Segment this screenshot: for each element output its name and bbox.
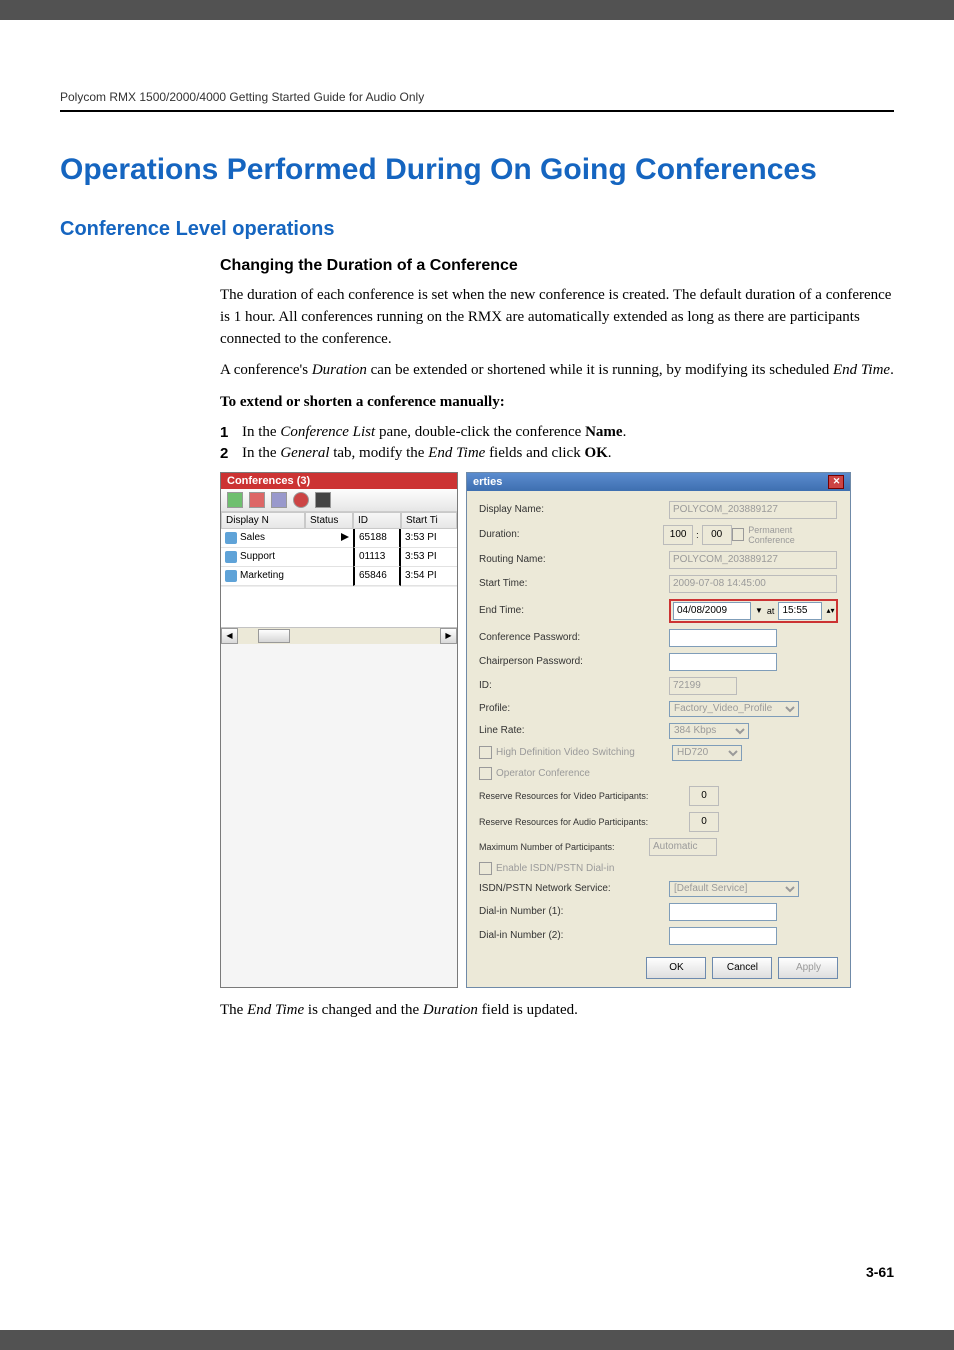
res-audio-field[interactable] — [689, 812, 719, 832]
end-date-field[interactable] — [673, 602, 751, 620]
isdn-svc-select[interactable]: [Default Service] — [669, 881, 799, 897]
label-opconf: Operator Conference — [496, 768, 686, 779]
label-hd: High Definition Video Switching — [496, 747, 672, 758]
chevron-down-icon[interactable]: ▼ — [755, 606, 763, 615]
label-isdn-svc: ISDN/PSTN Network Service: — [479, 883, 669, 894]
col-start[interactable]: Start Ti — [401, 512, 457, 529]
conference-list-pane: Conferences (3) Display N Status ID Star… — [220, 472, 458, 988]
label-linerate: Line Rate: — [479, 725, 669, 736]
label-confpw: Conference Password: — [479, 632, 669, 643]
start-time-field[interactable] — [669, 575, 837, 593]
label-display-name: Display Name: — [479, 504, 669, 515]
hd-select[interactable]: HD720 — [672, 745, 742, 761]
section-heading: Changing the Duration of a Conference — [60, 257, 894, 275]
conference-icon — [225, 532, 237, 544]
paragraph-1: The duration of each conference is set w… — [60, 285, 894, 350]
end-time-field[interactable] — [778, 602, 822, 620]
properties-dialog: erties ✕ Display Name: Duration: : Perma… — [466, 472, 851, 988]
apply-button[interactable]: Apply — [778, 957, 838, 979]
conference-toolbar — [221, 489, 457, 512]
dial2-field[interactable] — [669, 927, 777, 945]
maxpart-field[interactable] — [649, 838, 717, 856]
step-2: 2 In the General tab, modify the End Tim… — [220, 445, 894, 462]
permanent-checkbox[interactable] — [732, 528, 745, 541]
dial1-field[interactable] — [669, 903, 777, 921]
chair-pw-field[interactable] — [669, 653, 777, 671]
label-start: Start Time: — [479, 578, 669, 589]
opconf-checkbox[interactable] — [479, 767, 492, 780]
label-chairpw: Chairperson Password: — [479, 656, 669, 667]
id-field[interactable] — [669, 677, 737, 695]
conf-pw-field[interactable] — [669, 629, 777, 647]
duration-m-field[interactable] — [702, 525, 732, 545]
label-end: End Time: — [479, 605, 669, 616]
col-id[interactable]: ID — [353, 512, 401, 529]
label-routing: Routing Name: — [479, 554, 669, 565]
conference-columns: Display N Status ID Start Ti — [221, 512, 457, 529]
label-duration: Duration: — [479, 529, 663, 540]
scroll-thumb[interactable] — [258, 629, 290, 643]
col-display-name[interactable]: Display N — [221, 512, 305, 529]
screenshot: Conferences (3) Display N Status ID Star… — [60, 472, 840, 988]
cancel-button[interactable]: Cancel — [712, 957, 772, 979]
page-number: 3-61 — [866, 1264, 894, 1280]
label-maxpart: Maximum Number of Participants: — [479, 842, 649, 852]
duration-h-field[interactable] — [663, 525, 693, 545]
linerate-select[interactable]: 384 Kbps — [669, 723, 749, 739]
running-header: Polycom RMX 1500/2000/4000 Getting Start… — [60, 90, 894, 112]
label-dial2: Dial-in Number (2): — [479, 930, 669, 941]
table-row[interactable]: Marketing 65846 3:54 PI — [221, 567, 457, 586]
hd-checkbox[interactable] — [479, 746, 492, 759]
page-title: Operations Performed During On Going Con… — [60, 152, 894, 188]
conference-list-title: Conferences (3) — [221, 473, 457, 489]
delete-icon[interactable] — [249, 492, 265, 508]
scroll-right-icon[interactable]: ▶ — [440, 628, 457, 644]
dialog-footer: OK Cancel Apply — [479, 951, 838, 981]
res-video-field[interactable] — [689, 786, 719, 806]
routing-name-field[interactable] — [669, 551, 837, 569]
spinner-icon[interactable]: ▴▾ — [826, 606, 834, 615]
horizontal-scrollbar[interactable]: ◀ ▶ — [221, 627, 457, 644]
label-dial1: Dial-in Number (1): — [479, 906, 669, 917]
scroll-left-icon[interactable]: ◀ — [221, 628, 238, 644]
properties-icon[interactable] — [271, 492, 287, 508]
label-profile: Profile: — [479, 703, 669, 714]
paragraph-2: A conference's Duration can be extended … — [60, 360, 894, 382]
result-text: The End Time is changed and the Duration… — [60, 1002, 894, 1019]
step-list: 1 In the Conference List pane, double-cl… — [60, 424, 894, 462]
procedure-heading: To extend or shorten a conference manual… — [60, 392, 894, 414]
table-row[interactable]: Sales 65188 3:53 PI — [221, 529, 457, 548]
end-time-highlight: ▼ at ▴▾ — [669, 599, 838, 623]
close-icon[interactable]: ✕ — [828, 475, 844, 489]
profile-select[interactable]: Factory_Video_Profile — [669, 701, 799, 717]
page: Polycom RMX 1500/2000/4000 Getting Start… — [0, 20, 954, 1330]
new-icon[interactable] — [227, 492, 243, 508]
section-subtitle: Conference Level operations — [60, 218, 894, 241]
label-resvideo: Reserve Resources for Video Participants… — [479, 791, 689, 801]
rec-icon[interactable] — [293, 492, 309, 508]
label-resaudio: Reserve Resources for Audio Participants… — [479, 817, 689, 827]
step-1: 1 In the Conference List pane, double-cl… — [220, 424, 894, 441]
label-isdn-enable: Enable ISDN/PSTN Dial-in — [496, 863, 686, 874]
display-name-field[interactable] — [669, 501, 837, 519]
col-status[interactable]: Status — [305, 512, 353, 529]
arrow-icon — [341, 533, 349, 541]
conference-icon — [225, 551, 237, 563]
isdn-checkbox[interactable] — [479, 862, 492, 875]
conference-icon — [225, 570, 237, 582]
table-row[interactable]: Support 01113 3:53 PI — [221, 548, 457, 567]
ok-button[interactable]: OK — [646, 957, 706, 979]
dialog-titlebar[interactable]: erties ✕ — [467, 473, 850, 491]
label-id: ID: — [479, 680, 669, 691]
stop-icon[interactable] — [315, 492, 331, 508]
